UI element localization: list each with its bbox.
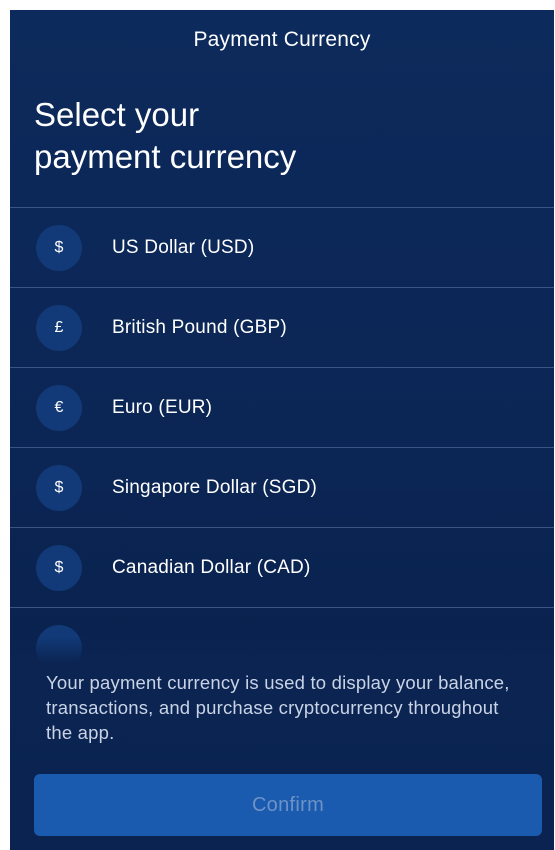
confirm-button[interactable]: Confirm bbox=[34, 774, 542, 836]
currency-item-usd[interactable]: $ US Dollar (USD) bbox=[10, 207, 554, 287]
dollar-icon: $ bbox=[36, 224, 82, 271]
page-heading-line-2: payment currency bbox=[34, 138, 297, 175]
page-heading-line-1: Select your bbox=[34, 96, 200, 133]
nav-title: Payment Currency bbox=[193, 28, 371, 51]
currency-item-sgd[interactable]: $ Singapore Dollar (SGD) bbox=[10, 447, 554, 527]
currency-label: Singapore Dollar (SGD) bbox=[112, 476, 318, 498]
pound-icon: £ bbox=[36, 304, 82, 351]
dollar-icon: $ bbox=[36, 464, 82, 511]
currency-label: Euro (EUR) bbox=[112, 396, 213, 418]
payment-currency-screen: Payment Currency Select your payment cur… bbox=[10, 10, 554, 850]
info-text: Your payment currency is used to display… bbox=[46, 672, 510, 743]
currency-item-eur[interactable]: € Euro (EUR) bbox=[10, 367, 554, 447]
currency-label: British Pound (GBP) bbox=[112, 316, 287, 338]
page-heading: Select your payment currency bbox=[34, 94, 534, 178]
currency-label: Canadian Dollar (CAD) bbox=[112, 556, 311, 578]
euro-icon: € bbox=[36, 384, 82, 431]
currency-item-gbp[interactable]: £ British Pound (GBP) bbox=[10, 287, 554, 367]
dollar-icon: $ bbox=[36, 544, 82, 591]
currency-label: US Dollar (USD) bbox=[112, 236, 255, 258]
currency-list: $ US Dollar (USD) £ British Pound (GBP) … bbox=[10, 207, 554, 608]
currency-item-cad[interactable]: $ Canadian Dollar (CAD) bbox=[10, 527, 554, 608]
